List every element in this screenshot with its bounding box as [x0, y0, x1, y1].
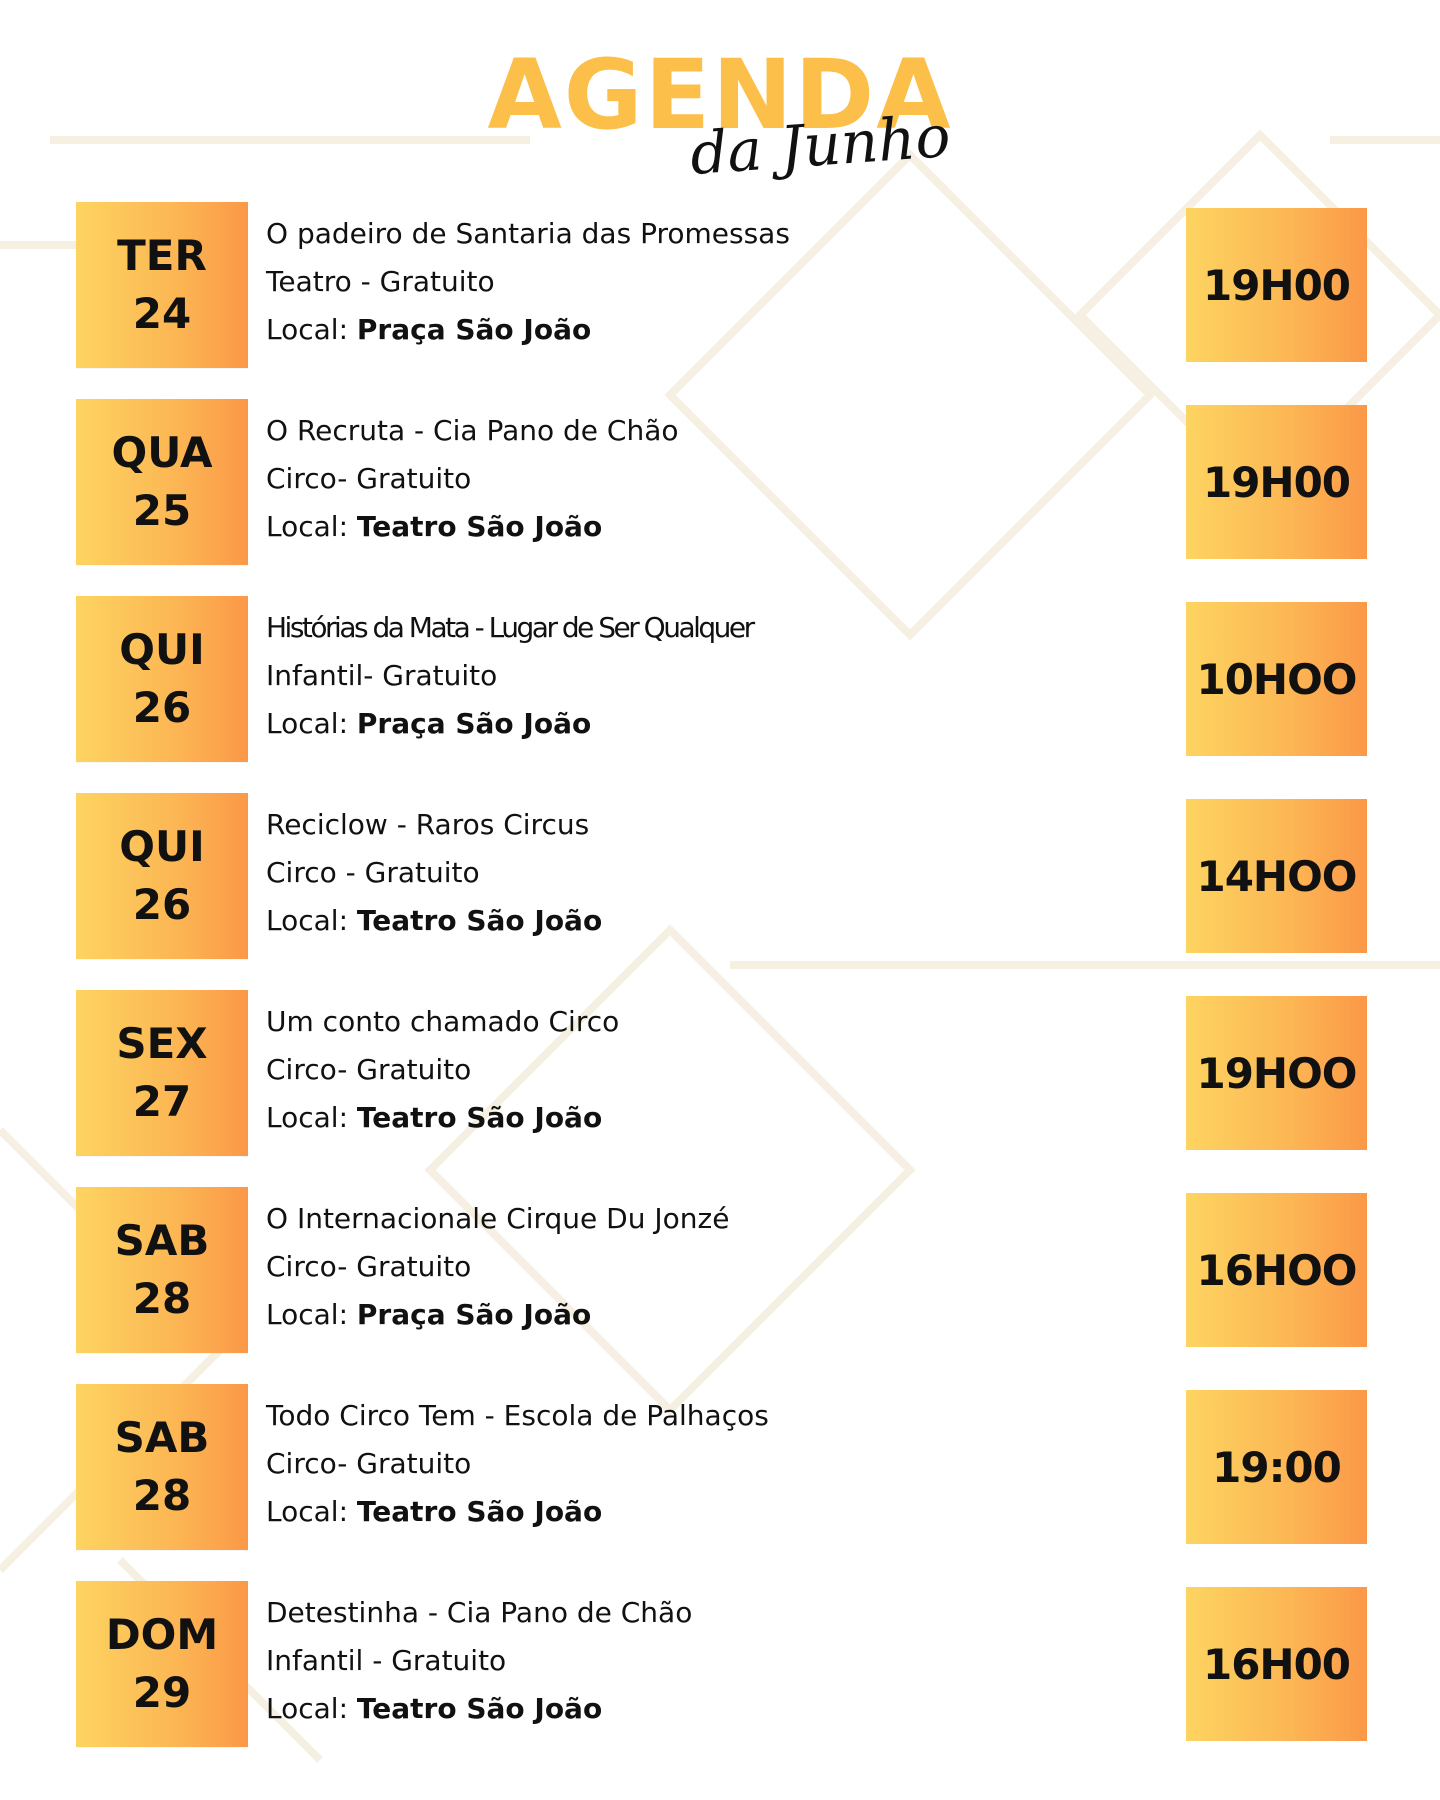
time-badge: 19H00: [1186, 208, 1367, 362]
day-name: SEX: [116, 1019, 208, 1068]
venue-name: Teatro São João: [356, 1692, 603, 1725]
event-venue: Local: Teatro São João: [266, 1094, 1186, 1142]
day-badge: SAB 28: [76, 1384, 248, 1550]
event-title: O Recruta - Cia Pano de Chão: [266, 414, 679, 447]
event-row: QUI 26 Histórias da Mata - Lugar de Ser …: [0, 596, 1440, 793]
event-title: Reciclow - Raros Circus: [266, 808, 590, 841]
event-row: DOM 29 Detestinha - Cia Pano de Chão Inf…: [0, 1581, 1440, 1778]
day-name: QUA: [111, 428, 213, 477]
time-badge: 14HOO: [1186, 799, 1367, 953]
day-name: QUI: [119, 625, 205, 674]
day-name: DOM: [105, 1610, 219, 1659]
event-title: Todo Circo Tem - Escola de Palhaços: [266, 1399, 769, 1432]
venue-name: Praça São João: [356, 1298, 592, 1331]
day-name: SAB: [114, 1216, 210, 1265]
event-time: 19H00: [1202, 260, 1351, 310]
event-category: Circo- Gratuito: [266, 1447, 472, 1480]
venue-label: Local:: [266, 1692, 357, 1725]
day-number: 28: [132, 1471, 192, 1520]
event-details: O Internacionale Cirque Du Jonzé Circo- …: [266, 1195, 1186, 1339]
event-time: 10HOO: [1196, 654, 1357, 704]
day-badge: DOM 29: [76, 1581, 248, 1747]
event-venue: Local: Praça São João: [266, 1291, 1186, 1339]
event-venue: Local: Teatro São João: [266, 503, 1186, 551]
time-badge: 19H00: [1186, 405, 1367, 559]
event-time: 19:00: [1212, 1442, 1342, 1492]
event-time: 14HOO: [1196, 851, 1357, 901]
day-name: SAB: [114, 1413, 210, 1462]
event-details: O padeiro de Santaria das Promessas Teat…: [266, 210, 1186, 354]
day-number: 29: [132, 1668, 192, 1717]
venue-name: Teatro São João: [356, 1495, 603, 1528]
day-badge: SEX 27: [76, 990, 248, 1156]
event-title: Um conto chamado Circo: [266, 1005, 620, 1038]
venue-label: Local:: [266, 904, 357, 937]
venue-name: Teatro São João: [356, 904, 603, 937]
event-category: Teatro - Gratuito: [266, 265, 495, 298]
event-venue: Local: Teatro São João: [266, 897, 1186, 945]
time-badge: 19HOO: [1186, 996, 1367, 1150]
event-time: 19HOO: [1196, 1048, 1357, 1098]
venue-name: Praça São João: [356, 313, 592, 346]
event-time: 19H00: [1202, 457, 1351, 507]
day-number: 28: [132, 1274, 192, 1323]
event-title: O Internacionale Cirque Du Jonzé: [266, 1202, 730, 1235]
day-number: 26: [132, 683, 192, 732]
event-time: 16HOO: [1196, 1245, 1357, 1295]
event-title: Detestinha - Cia Pano de Chão: [266, 1596, 693, 1629]
event-category: Circo- Gratuito: [266, 1250, 472, 1283]
event-details: O Recruta - Cia Pano de Chão Circo- Grat…: [266, 407, 1186, 551]
event-venue: Local: Teatro São João: [266, 1685, 1186, 1733]
day-name: QUI: [119, 822, 205, 871]
day-number: 25: [132, 486, 192, 535]
event-row: SEX 27 Um conto chamado Circo Circo- Gra…: [0, 990, 1440, 1187]
time-badge: 16HOO: [1186, 1193, 1367, 1347]
event-venue: Local: Praça São João: [266, 306, 1186, 354]
day-badge: SAB 28: [76, 1187, 248, 1353]
event-title: O padeiro de Santaria das Promessas: [266, 217, 790, 250]
day-badge: QUA 25: [76, 399, 248, 565]
venue-name: Teatro São João: [356, 510, 603, 543]
day-number: 26: [132, 880, 192, 929]
event-category: Circo- Gratuito: [266, 1053, 472, 1086]
venue-label: Local:: [266, 313, 357, 346]
event-row: SAB 28 Todo Circo Tem - Escola de Palhaç…: [0, 1384, 1440, 1581]
venue-label: Local:: [266, 1101, 357, 1134]
event-details: Reciclow - Raros Circus Circo - Gratuito…: [266, 801, 1186, 945]
event-time: 16H00: [1202, 1639, 1351, 1689]
time-badge: 16H00: [1186, 1587, 1367, 1741]
venue-label: Local:: [266, 1298, 357, 1331]
venue-name: Praça São João: [356, 707, 592, 740]
event-row: SAB 28 O Internacionale Cirque Du Jonzé …: [0, 1187, 1440, 1384]
event-details: Detestinha - Cia Pano de Chão Infantil -…: [266, 1589, 1186, 1733]
event-row: QUA 25 O Recruta - Cia Pano de Chão Circ…: [0, 399, 1440, 596]
event-row: QUI 26 Reciclow - Raros Circus Circo - G…: [0, 793, 1440, 990]
venue-name: Teatro São João: [356, 1101, 603, 1134]
time-badge: 10HOO: [1186, 602, 1367, 756]
time-badge: 19:00: [1186, 1390, 1367, 1544]
event-venue: Local: Praça São João: [266, 700, 1186, 748]
event-category: Circo- Gratuito: [266, 462, 472, 495]
page-header: AGENDA da Junho: [0, 40, 1440, 200]
event-details: Histórias da Mata - Lugar de Ser Qualque…: [266, 604, 1186, 748]
event-title: Histórias da Mata - Lugar de Ser Qualque…: [266, 611, 755, 644]
day-badge: QUI 26: [76, 596, 248, 762]
day-number: 24: [132, 289, 192, 338]
venue-label: Local:: [266, 707, 357, 740]
day-number: 27: [132, 1077, 192, 1126]
event-details: Um conto chamado Circo Circo- Gratuito L…: [266, 998, 1186, 1142]
day-badge: TER 24: [76, 202, 248, 368]
event-list: TER 24 O padeiro de Santaria das Promess…: [0, 202, 1440, 1778]
event-category: Circo - Gratuito: [266, 856, 480, 889]
venue-label: Local:: [266, 510, 357, 543]
venue-label: Local:: [266, 1495, 357, 1528]
event-venue: Local: Teatro São João: [266, 1488, 1186, 1536]
event-category: Infantil - Gratuito: [266, 1644, 507, 1677]
day-badge: QUI 26: [76, 793, 248, 959]
event-row: TER 24 O padeiro de Santaria das Promess…: [0, 202, 1440, 399]
event-category: Infantil- Gratuito: [266, 659, 498, 692]
day-name: TER: [117, 231, 207, 280]
event-details: Todo Circo Tem - Escola de Palhaços Circ…: [266, 1392, 1186, 1536]
